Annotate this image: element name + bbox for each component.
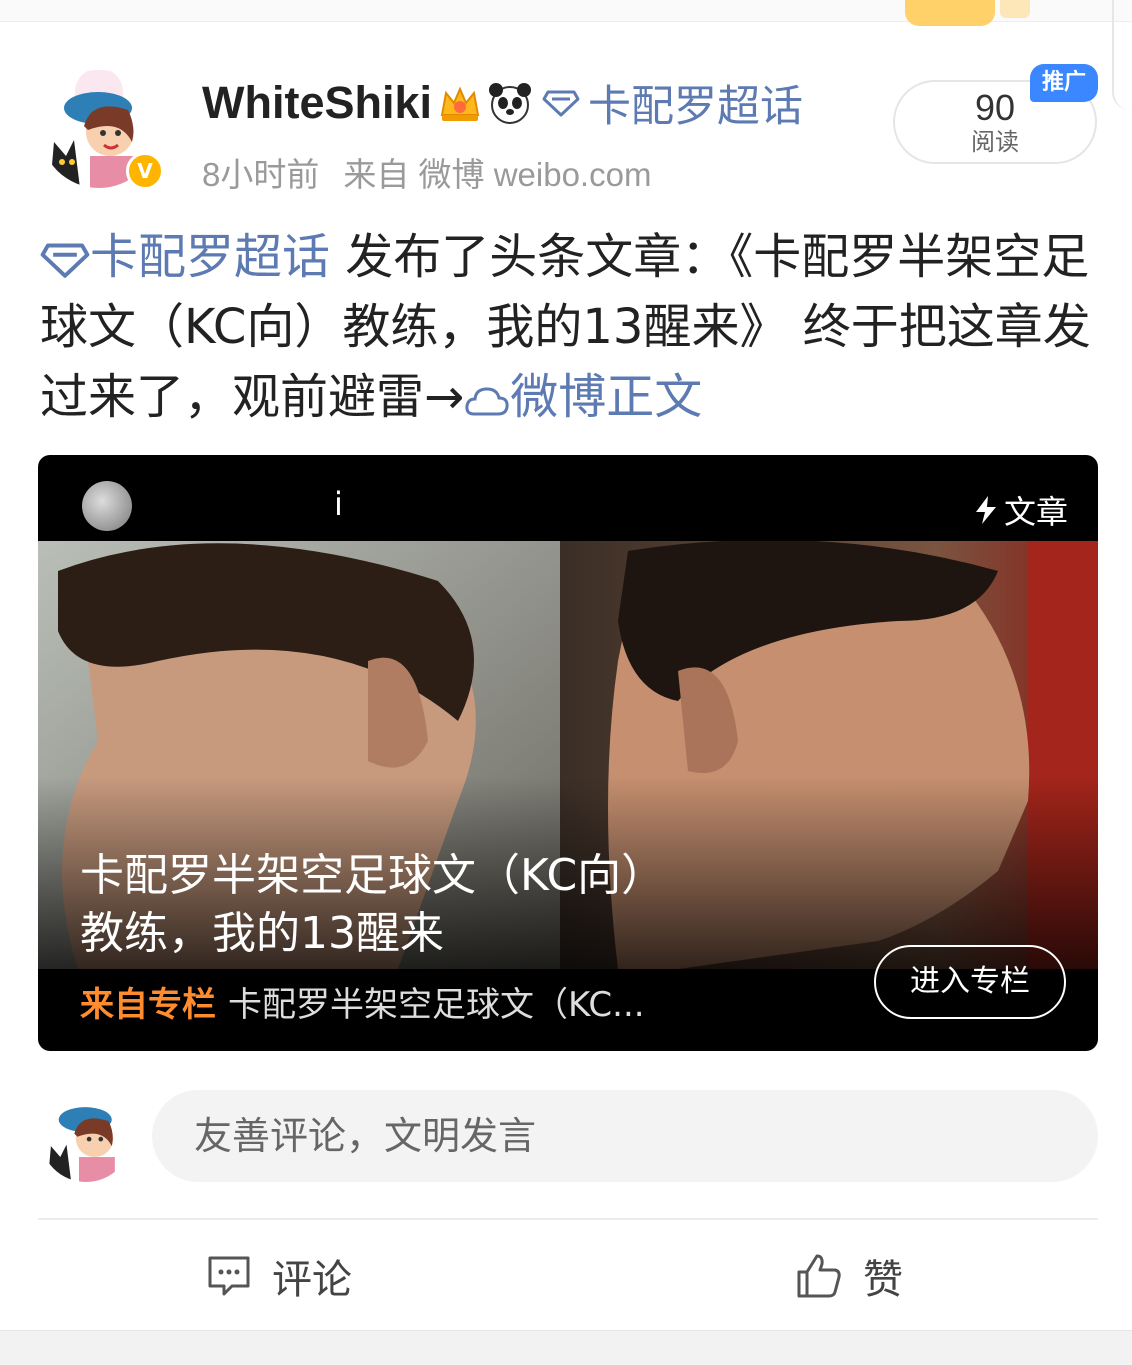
comment-button[interactable]: 评论 xyxy=(206,1248,352,1304)
cloud-icon xyxy=(465,387,509,416)
edge-decoration xyxy=(1112,0,1132,110)
post-source: 来自 微博 weibo.com xyxy=(343,156,652,193)
comment-icon xyxy=(208,1256,250,1296)
card-author-name: i xyxy=(334,485,343,523)
text-topic-link[interactable]: 卡配罗超话 xyxy=(40,229,330,285)
username[interactable]: WhiteShiki xyxy=(202,77,432,129)
card-type-label: 文章 xyxy=(1003,493,1068,531)
my-avatar xyxy=(40,1090,132,1182)
comment-input[interactable]: 友善评论，文明发言 xyxy=(152,1090,1098,1182)
name-row: WhiteShiki 卡配罗超话 xyxy=(202,74,803,132)
enter-column-button[interactable]: 进入专栏 xyxy=(874,945,1066,1019)
card-column: 来自专栏 卡配罗半架空足球文（KC... xyxy=(80,977,645,1026)
thumbs-up-icon xyxy=(797,1254,841,1298)
topic-link[interactable]: 卡配罗超话 xyxy=(542,72,803,134)
top-badge-shadow xyxy=(1000,0,1030,18)
like-button[interactable]: 赞 xyxy=(795,1248,903,1304)
column-from-label: 来自专栏 xyxy=(80,985,216,1025)
like-label: 赞 xyxy=(863,1257,903,1303)
diamond-icon xyxy=(40,243,90,278)
post-text: 卡配罗超话 发布了头条文章：《卡配罗半架空足球文（KC向）教练，我的13醒来》 … xyxy=(40,222,1100,432)
card-author-avatar xyxy=(82,481,132,531)
card-type: 文章 xyxy=(974,487,1068,533)
post-meta: 8小时前 来自 微博 weibo.com xyxy=(202,148,651,196)
reads-label: 阅读 xyxy=(971,128,1019,156)
article-card[interactable]: i 文章 卡配罗半架空足球文（KC向）教练，我的13醒来 来自专栏 卡配罗半架空… xyxy=(38,455,1098,1051)
text-topic-name: 卡配罗超话 xyxy=(90,229,331,285)
weibo-link-label: 微博正文 xyxy=(510,369,703,425)
top-badge xyxy=(905,0,995,26)
column-name: 卡配罗半架空足球文（KC... xyxy=(228,985,645,1025)
divider xyxy=(38,1218,1098,1220)
diamond-icon xyxy=(542,90,580,117)
topic-name: 卡配罗超话 xyxy=(588,82,804,132)
card-title: 卡配罗半架空足球文（KC向）教练，我的13醒来 xyxy=(80,850,666,959)
crown-emoji-icon xyxy=(438,81,482,125)
panda-emoji-icon xyxy=(488,81,532,125)
lightning-icon xyxy=(975,496,996,524)
promo-badge[interactable]: 推广 xyxy=(1030,64,1098,102)
comment-label: 评论 xyxy=(272,1257,352,1303)
weibo-link[interactable]: 微博正文 xyxy=(464,369,702,425)
bottom-strip xyxy=(0,1330,1132,1365)
post-time: 8小时前 xyxy=(202,156,320,193)
verified-badge-icon: V xyxy=(126,152,164,190)
